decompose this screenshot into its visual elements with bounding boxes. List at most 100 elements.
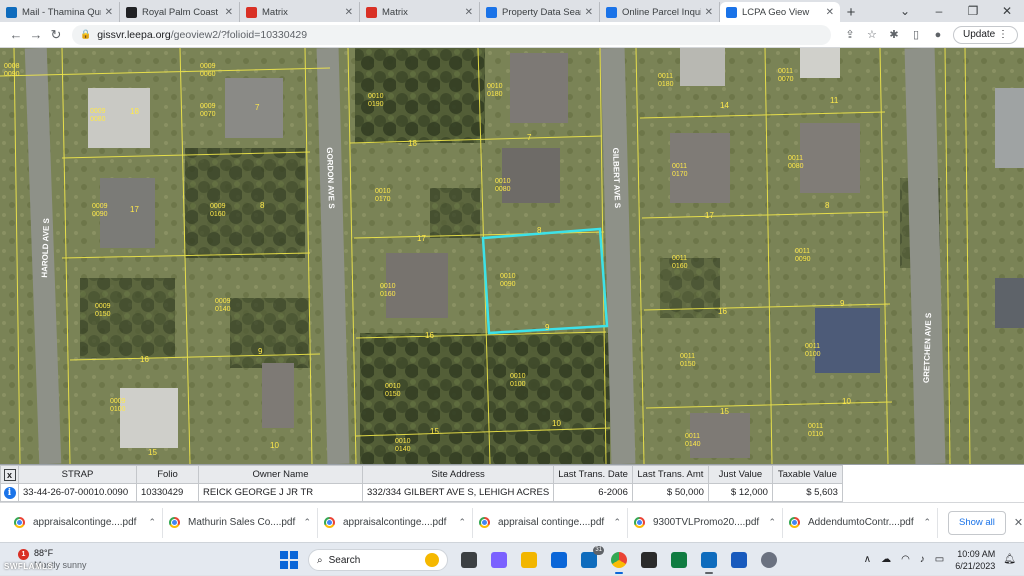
col-folio[interactable]: Folio	[136, 465, 199, 484]
parcel-label[interactable]: 0011 0080	[788, 155, 804, 170]
terminal-app[interactable]	[637, 549, 661, 571]
chevron-up-icon[interactable]: ⌃	[768, 517, 776, 528]
col-owner-name[interactable]: Owner Name	[198, 465, 363, 484]
store-app[interactable]	[547, 549, 571, 571]
parcel-label[interactable]: 0009 0070	[200, 103, 216, 118]
parcel-label[interactable]: 0011 0160	[672, 255, 688, 270]
browser-tab[interactable]: Matrix ✕	[360, 2, 480, 22]
reload-icon[interactable]: ↻	[46, 27, 66, 43]
word-app[interactable]	[727, 549, 751, 571]
browser-tab[interactable]: Matrix ✕	[240, 2, 360, 22]
close-icon[interactable]: x	[3, 468, 16, 481]
parcel-label[interactable]: 0010 0090	[500, 273, 516, 288]
parcel-label[interactable]: 0010 0160	[380, 283, 396, 298]
browser-tab[interactable]: Online Parcel Inquiry ✕	[600, 2, 720, 22]
chevron-up-icon[interactable]: ⌃	[923, 517, 931, 528]
taskbar-search[interactable]: ⌕ Search	[308, 549, 448, 571]
chevron-up-icon[interactable]: ⌃	[458, 517, 466, 528]
download-item[interactable]: Mathurin Sales Co....pdf ⌃	[163, 507, 318, 538]
file-explorer-app[interactable]	[517, 549, 541, 571]
close-tab-icon[interactable]: ✕	[705, 7, 713, 18]
extensions-icon[interactable]: ✱	[883, 28, 905, 41]
chevron-down-icon[interactable]: ⌄	[888, 4, 922, 18]
chrome-app[interactable]	[607, 549, 631, 574]
table-row[interactable]: i 33-44-26-07-00010.0090 10330429 REICK …	[0, 483, 843, 502]
start-button[interactable]	[280, 551, 298, 569]
col-last-trans-amt[interactable]: Last Trans. Amt	[631, 465, 709, 484]
browser-tab[interactable]: LCPA Geo View ✕	[720, 2, 840, 22]
forward-icon[interactable]: →	[26, 27, 46, 42]
minimize-icon[interactable]: –	[922, 4, 956, 18]
cloud-icon[interactable]: ☁	[881, 554, 891, 565]
new-tab-button[interactable]: +	[840, 2, 862, 22]
browser-tab[interactable]: Mail - Thamina Qures ✕	[0, 2, 120, 22]
outlook-app[interactable]	[697, 549, 721, 574]
parcel-label[interactable]: 0011 0110	[808, 423, 823, 438]
parcel-map[interactable]: HAROLD AVE S GORDON AVE S GILBERT AVE S GRE…	[0, 48, 1024, 464]
parcel-label[interactable]: 0008 0090	[4, 63, 20, 78]
parcel-label[interactable]: 0010 0170	[375, 188, 391, 203]
close-tab-icon[interactable]: ✕	[465, 7, 473, 18]
address-bar[interactable]: 🔒 gissvr.leepa.org/geoview2/?folioid=103…	[72, 24, 831, 45]
col-just-value[interactable]: Just Value	[707, 465, 773, 484]
chevron-up-icon[interactable]: ⌃	[613, 517, 621, 528]
back-icon[interactable]: ←	[6, 27, 26, 42]
close-tab-icon[interactable]: ✕	[225, 7, 233, 18]
close-downloads-icon[interactable]: ✕	[1014, 516, 1023, 529]
parcel-label[interactable]: 0011 0170	[672, 163, 688, 178]
info-icon[interactable]: i	[3, 486, 16, 499]
lock-icon[interactable]: 🔒	[80, 29, 91, 40]
parcel-label[interactable]: 0009 0090	[92, 203, 108, 218]
parcel-label[interactable]: 0011 0150	[680, 353, 696, 368]
chat-app[interactable]	[487, 549, 511, 571]
wifi-icon[interactable]: ◠	[901, 554, 910, 565]
taskbar-clock[interactable]: 10:09 AM 6/21/2023	[955, 548, 995, 572]
close-tab-icon[interactable]: ✕	[105, 7, 113, 18]
parcel-label[interactable]: 0011 0090	[795, 248, 811, 263]
col-site-address[interactable]: Site Address	[361, 465, 555, 484]
col-taxable-value[interactable]: Taxable Value	[771, 465, 843, 484]
download-item[interactable]: 9300TVLPromo20....pdf ⌃	[628, 507, 783, 538]
parcel-label[interactable]: 0009 0160	[210, 203, 226, 218]
parcel-label[interactable]: 0010 0140	[395, 438, 411, 453]
download-item[interactable]: AddendumtoContr....pdf ⌃	[783, 507, 938, 538]
parcel-label[interactable]: 0011 0100	[805, 343, 821, 358]
parcel-label[interactable]: 0011 0140	[685, 433, 701, 448]
notification-icon[interactable]: 🔔︎	[1003, 554, 1016, 565]
parcel-label[interactable]: 0010 0190	[368, 93, 384, 108]
map-canvas[interactable]: HAROLD AVE SGORDON AVE S GILBERT AVE SGRE…	[0, 48, 1024, 464]
battery-icon[interactable]: ▭	[935, 554, 944, 565]
restore-icon[interactable]: ❐	[956, 4, 990, 18]
parcel-label[interactable]: 0010 0180	[487, 83, 503, 98]
parcel-label[interactable]: 0009 0150	[95, 303, 111, 318]
close-grid-button[interactable]: x	[0, 465, 19, 484]
parcel-label[interactable]: 0009 0080	[90, 108, 106, 123]
info-button[interactable]: i	[0, 483, 19, 502]
parcel-label[interactable]: 0011 0070	[778, 68, 794, 83]
parcel-label[interactable]: 0010 0080	[495, 178, 511, 193]
browser-tab[interactable]: Royal Palm Coast REA ✕	[120, 2, 240, 22]
col-last-trans-date[interactable]: Last Trans. Date	[553, 465, 633, 484]
download-item[interactable]: appraisalcontinge....pdf ⌃	[318, 507, 473, 538]
parcel-label[interactable]: 0009 0060	[200, 63, 216, 78]
download-item[interactable]: appraisal continge....pdf ⌃	[473, 507, 628, 538]
chevron-up-icon[interactable]: ∧	[864, 554, 871, 565]
parcel-label[interactable]: 0009 0100	[110, 398, 126, 413]
excel-app[interactable]	[667, 549, 691, 571]
chevron-up-icon[interactable]: ⌃	[303, 517, 311, 528]
profile-avatar-icon[interactable]: ●	[927, 29, 949, 41]
parcel-label[interactable]: 0009 0140	[215, 298, 231, 313]
update-button[interactable]: Update ⋮	[952, 25, 1018, 44]
show-all-button[interactable]: Show all	[948, 510, 1006, 535]
close-tab-icon[interactable]: ✕	[826, 7, 834, 18]
col-strap[interactable]: STRAP	[18, 465, 137, 484]
chevron-up-icon[interactable]: ⌃	[148, 517, 156, 528]
share-icon[interactable]: ⇪	[839, 28, 861, 41]
bookmark-star-icon[interactable]: ☆	[861, 28, 883, 41]
close-window-icon[interactable]: ✕	[990, 4, 1024, 18]
parcel-label[interactable]: 0011 0180	[658, 73, 674, 88]
download-item[interactable]: appraisalcontinge....pdf ⌃	[8, 507, 163, 538]
browser-tab[interactable]: Property Data Search ✕	[480, 2, 600, 22]
mail-app[interactable]: 31	[577, 546, 604, 571]
settings-app[interactable]	[757, 549, 781, 571]
